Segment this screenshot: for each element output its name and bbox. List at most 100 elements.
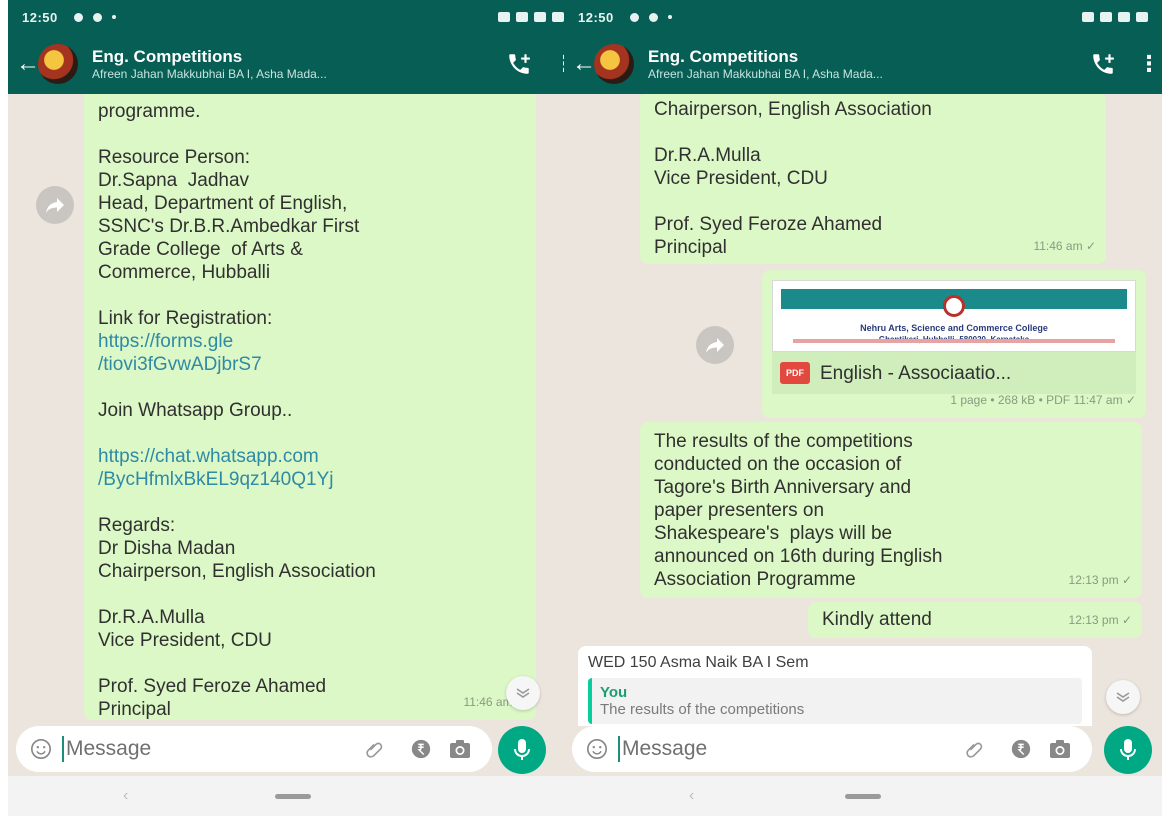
more-options-icon[interactable]: ⋮ [1138,51,1160,77]
forward-button[interactable] [696,326,734,364]
forward-button[interactable] [36,186,74,224]
attach-icon[interactable] [364,738,386,760]
add-call-icon[interactable] [1090,51,1116,77]
chat-header: ← Eng. Competitions Afreen Jahan Makkubh… [8,34,578,94]
message-line: Chairperson, English Association [654,99,932,120]
nav-back-icon[interactable]: ‹ [123,787,128,805]
message-line [98,652,522,675]
payment-icon[interactable] [410,738,432,760]
more-notifications-icon [111,15,116,19]
message-meta: 12:13 pm ✓ [1069,609,1132,632]
message-line: conducted on the occasion of [654,454,902,475]
registration-link[interactable]: /tiovi3fGvwADjbrS7 [98,353,522,376]
nav-home-pill[interactable] [845,793,881,799]
message-line [98,583,522,606]
status-bar: 12:50 [8,0,578,34]
mic-button[interactable] [1104,726,1152,774]
notification-icon [648,12,658,22]
emoji-icon[interactable] [30,738,52,760]
payment-icon[interactable] [1010,738,1032,760]
add-call-icon[interactable] [506,51,532,77]
group-avatar[interactable] [38,44,78,84]
status-time: 12:50 [22,9,58,25]
message-bubble[interactable]: The results of the competitions conducte… [640,422,1142,598]
text-cursor [618,736,620,762]
message-line: Link for Registration: [98,308,273,329]
message-line: Tagore's Birth Anniversary and [654,477,912,498]
group-members: Afreen Jahan Makkubhai BA I, Asha Mada..… [648,67,883,81]
incoming-message-bubble[interactable]: WED 150 Asma Naik BA I Sem You The resul… [578,646,1092,726]
system-nav-bar: ‹ [8,776,578,816]
pdf-thumbnail[interactable]: Nehru Arts, Science and Commerce College… [772,280,1136,352]
camera-icon[interactable] [1048,738,1072,760]
message-line [98,123,522,146]
more-notifications-icon [667,15,672,19]
group-avatar[interactable] [594,44,634,84]
message-line: Join Whatsapp Group.. [98,400,293,421]
pdf-message-bubble[interactable]: Nehru Arts, Science and Commerce College… [762,270,1146,418]
message-line: Prof. Syed Feroze Ahamed [654,214,883,235]
system-nav-bar: ‹ [564,776,1162,816]
status-icons [498,12,564,22]
battery-icon [552,12,564,22]
pdf-meta: 1 page • 268 kB • PDF 11:47 am ✓ [772,389,1136,412]
quoted-author: You [600,684,628,701]
message-line: Vice President, CDU [98,630,272,651]
message-line: Dr.R.A.Mulla [98,607,205,628]
emoji-icon[interactable] [586,738,608,760]
sent-check-icon: ✓ [1121,613,1132,627]
nav-back-icon[interactable]: ‹ [689,787,694,805]
message-line: Principal [98,699,171,720]
scroll-down-button[interactable] [506,676,540,710]
message-bubble[interactable]: Chairperson, English Association Dr.R.A.… [640,94,1106,264]
attach-icon[interactable] [964,738,986,760]
message-line: SSNC's Dr.B.R.Ambedkar First [98,216,360,237]
whatsapp-group-link[interactable]: https://chat.whatsapp.com [98,445,522,468]
wifi-icon [516,12,528,22]
registration-link[interactable]: https://forms.gle [98,330,522,353]
message-bubble[interactable]: programme. Resource Person: Dr.Sapna Jad… [84,94,536,720]
status-bar: 12:50 [564,0,1162,34]
sent-check-icon: ✓ [1085,239,1096,253]
sent-check-icon: ✓ [1125,393,1136,407]
message-bubble[interactable]: Kindly attend 12:13 pm ✓ [808,602,1142,638]
message-line [654,190,1092,213]
signal-icon [534,12,546,22]
message-input[interactable]: Message [622,737,950,761]
message-input-bar[interactable]: Message [16,726,492,772]
camera-icon[interactable] [448,738,472,760]
notification-icon [629,12,639,22]
group-title: Eng. Competitions [92,47,243,66]
group-info[interactable]: Eng. Competitions Afreen Jahan Makkubhai… [648,47,1080,81]
forward-icon [46,198,64,213]
pdf-file-icon: PDF [780,362,810,384]
message-input-bar[interactable]: Message [572,726,1092,772]
mic-button[interactable] [498,726,546,774]
wifi-icon [1100,12,1112,22]
message-meta: 11:46 am ✓ [1033,235,1096,258]
group-info[interactable]: Eng. Competitions Afreen Jahan Makkubhai… [92,47,496,81]
message-line: Prof. Syed Feroze Ahamed [98,676,327,697]
quoted-text: The results of the competitions [600,701,805,718]
signal-icon [1118,12,1130,22]
pdf-file-row[interactable]: PDF English - Associaatio... [772,352,1136,394]
chat-area[interactable]: Chairperson, English Association Dr.R.A.… [564,94,1162,726]
group-members: Afreen Jahan Makkubhai BA I, Asha Mada..… [92,67,327,81]
message-line: paper presenters on [654,500,825,521]
microphone-icon [1120,739,1136,760]
whatsapp-group-link[interactable]: /BycHfmlxBkEL9qz140Q1Yj [98,468,522,491]
sent-check-icon: ✓ [1121,573,1132,587]
quoted-message[interactable]: You The results of the competitions [588,678,1082,724]
message-line: Chairperson, English Association [98,561,376,582]
message-line: Resource Person: [98,147,251,168]
chat-header: ← Eng. Competitions Afreen Jahan Makkubh… [564,34,1162,94]
vibrate-icon [498,12,510,22]
message-line: Principal [654,237,727,258]
message-input[interactable]: Message [66,737,350,761]
chat-area[interactable]: programme. Resource Person: Dr.Sapna Jad… [8,94,578,726]
back-arrow-icon[interactable]: ← [16,50,40,78]
notification-icon [92,12,102,22]
scroll-down-button[interactable] [1106,680,1140,714]
back-arrow-icon[interactable]: ← [572,50,596,78]
nav-home-pill[interactable] [275,793,311,799]
